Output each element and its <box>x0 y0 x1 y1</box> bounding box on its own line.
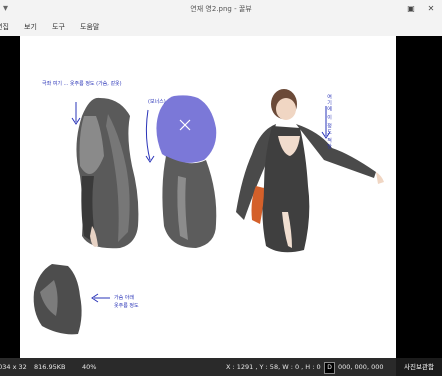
close-icon[interactable]: ✕ <box>424 2 438 16</box>
displayed-image: 극좌 여기 ... 옷주름 정도 (가슴, 겉옷) (보너스) 여기에 이 정도… <box>20 36 396 358</box>
menu-edit[interactable]: 편집 <box>0 18 9 36</box>
cursor-info: X : 1291 , Y : 58, W : 0 , H : 0 <box>226 363 321 371</box>
figure-small-torso-sketch <box>33 264 82 335</box>
status-bar: 1034 x 32 816.95KB 40% X : 1291 , Y : 58… <box>0 358 442 376</box>
menu-help[interactable]: 도움말 <box>80 18 99 36</box>
figure-character-sketch <box>236 89 384 253</box>
annotation-bonus: (보너스) <box>148 99 166 105</box>
annotation-arrow <box>145 109 155 163</box>
annotation-right: 여기에 이 정도 적당 <box>326 94 332 150</box>
image-dimensions: 1034 x 32 <box>0 363 27 371</box>
annotation-bottom-left: 가슴 아래 <box>114 295 134 301</box>
figure-torso-sketch <box>76 97 139 249</box>
title-bar: ▾ 연재 영2.png - 꿀뷰 ▣ ✕ <box>0 0 442 18</box>
menu-tools[interactable]: 도구 <box>52 18 65 36</box>
zoom-level: 40% <box>82 363 97 371</box>
image-canvas[interactable]: 극좌 여기 ... 옷주름 정도 (가슴, 겉옷) (보너스) 여기에 이 정도… <box>0 36 442 358</box>
color-mode-badge: D <box>324 362 335 374</box>
annotation-arrow <box>91 293 110 303</box>
window-title: 연재 영2.png - 꿀뷰 <box>190 5 252 13</box>
file-size: 816.95KB <box>34 363 66 371</box>
color-value: 000, 000, 000 <box>338 363 384 371</box>
annotation-bottom-left-2: 옷주름 정도 <box>114 303 139 309</box>
figure-bonus-sketch <box>156 95 217 248</box>
annotation-top-left: 극좌 여기 ... 옷주름 정도 (가슴, 겉옷) <box>42 81 122 87</box>
menu-view[interactable]: 보기 <box>24 18 37 36</box>
photo-album-button[interactable]: 사진보관함 <box>396 358 442 376</box>
menu-bar: 편집 보기 도구 도움말 <box>0 18 442 37</box>
annotation-arrow <box>71 102 81 125</box>
pin-icon[interactable]: ▣ <box>404 2 418 16</box>
